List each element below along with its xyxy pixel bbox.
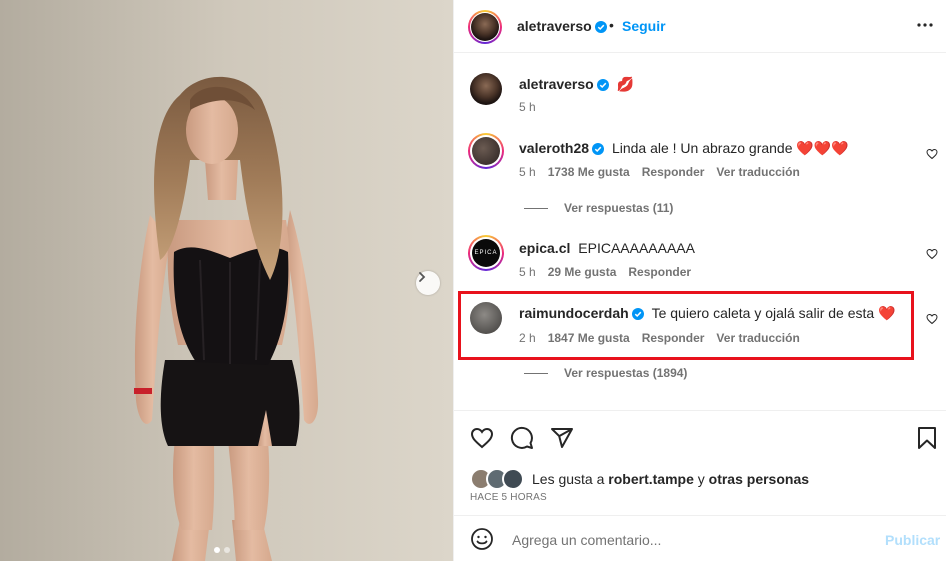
- next-slide-button[interactable]: [416, 271, 440, 295]
- bookmark-icon[interactable]: [916, 426, 938, 450]
- post-side-panel: aletraverso • Seguir aletraverso 💋 5 h v…: [453, 0, 946, 561]
- see-translation-button[interactable]: Ver traducción: [716, 165, 799, 179]
- liker-username[interactable]: robert.tampe: [608, 471, 694, 487]
- post-actions: Les gusta a robert.tampe y otras persona…: [454, 410, 946, 561]
- caption-time: 5 h: [519, 100, 536, 114]
- comment-input[interactable]: [510, 528, 874, 552]
- comment-text: valeroth28 Linda ale ! Un abrazo grande …: [519, 140, 849, 157]
- publish-button[interactable]: Publicar: [885, 532, 940, 548]
- more-horizontal-icon[interactable]: [916, 16, 934, 34]
- view-replies-label: Ver respuestas (11): [564, 201, 674, 215]
- likes-summary: Les gusta a robert.tampe y otras persona…: [470, 468, 809, 490]
- comment-username[interactable]: valeroth28: [519, 140, 589, 156]
- epica-logo-text: EPICA: [474, 250, 498, 256]
- author-username[interactable]: aletraverso: [517, 18, 607, 34]
- reply-button[interactable]: Responder: [642, 165, 705, 179]
- likes-prefix: Les gusta a: [532, 471, 609, 487]
- speech-bubble-icon[interactable]: [510, 426, 534, 450]
- carousel-indicator: [214, 547, 230, 553]
- view-replies-button[interactable]: Ver respuestas (1894): [524, 366, 687, 380]
- instagram-post-view: aletraverso • Seguir aletraverso 💋 5 h v…: [0, 0, 946, 561]
- comment-avatar-ring[interactable]: EPICA: [468, 235, 504, 271]
- carousel-dot: [224, 547, 230, 553]
- verified-badge-icon: [594, 21, 607, 33]
- liker-avatars: [470, 468, 524, 490]
- comment-like-heart-icon[interactable]: [926, 248, 938, 260]
- reply-button[interactable]: Responder: [628, 265, 691, 279]
- smiley-icon[interactable]: [470, 527, 494, 551]
- comment-like-heart-icon[interactable]: [926, 313, 938, 325]
- post-timestamp: HACE 5 HORAS: [470, 492, 547, 503]
- others-link[interactable]: otras personas: [709, 471, 809, 487]
- comment-username[interactable]: epica.cl: [519, 240, 570, 256]
- comment-meta: 5 h 29 Me gusta Responder: [519, 265, 691, 279]
- paper-plane-icon[interactable]: [550, 426, 574, 450]
- chevron-right-icon: [419, 272, 426, 282]
- comment-body: Linda ale ! Un abrazo grande ❤️❤️❤️: [611, 140, 849, 156]
- caption-username[interactable]: aletraverso: [519, 76, 594, 92]
- highlight-box: [458, 291, 914, 360]
- comments-list[interactable]: aletraverso 💋 5 h valeroth28 Linda ale !…: [454, 53, 946, 410]
- verified-badge-icon: [592, 143, 605, 155]
- comment-avatar: [472, 137, 500, 165]
- view-replies-button[interactable]: Ver respuestas (11): [524, 201, 673, 215]
- caption-text: aletraverso 💋: [519, 76, 634, 93]
- caption-avatar[interactable]: [470, 73, 502, 105]
- comment-body: EPICAAAAAAAAA: [578, 240, 695, 256]
- author-avatar-ring[interactable]: [468, 10, 502, 44]
- comment-like-heart-icon[interactable]: [926, 148, 938, 160]
- separator-dot: •: [609, 17, 614, 33]
- comment-likes-count[interactable]: 1738 Me gusta: [548, 165, 630, 179]
- comment-meta: 5 h 1738 Me gusta Responder Ver traducci…: [519, 165, 800, 179]
- heart-icon[interactable]: [470, 426, 494, 450]
- comment-time: 5 h: [519, 165, 536, 179]
- comment-time: 5 h: [519, 265, 536, 279]
- comment-likes-count[interactable]: 29 Me gusta: [548, 265, 617, 279]
- verified-badge-icon: [596, 79, 609, 91]
- author-avatar: [471, 13, 499, 41]
- caption-emoji: 💋: [616, 76, 635, 92]
- post-header: aletraverso • Seguir: [454, 0, 946, 53]
- likes-middle: y: [693, 471, 709, 487]
- liker-avatar: [502, 468, 524, 490]
- photo-illustration: [0, 0, 453, 561]
- caption-meta: 5 h: [519, 100, 536, 114]
- comment-avatar-ring[interactable]: [468, 133, 504, 169]
- view-replies-label: Ver respuestas (1894): [564, 366, 688, 380]
- follow-button[interactable]: Seguir: [622, 18, 666, 34]
- post-photo[interactable]: [0, 0, 453, 561]
- comment-avatar: EPICA: [472, 239, 500, 267]
- comment-text: epica.cl EPICAAAAAAAAA: [519, 240, 695, 256]
- carousel-dot-active: [214, 547, 220, 553]
- add-comment-bar: Publicar: [454, 515, 946, 562]
